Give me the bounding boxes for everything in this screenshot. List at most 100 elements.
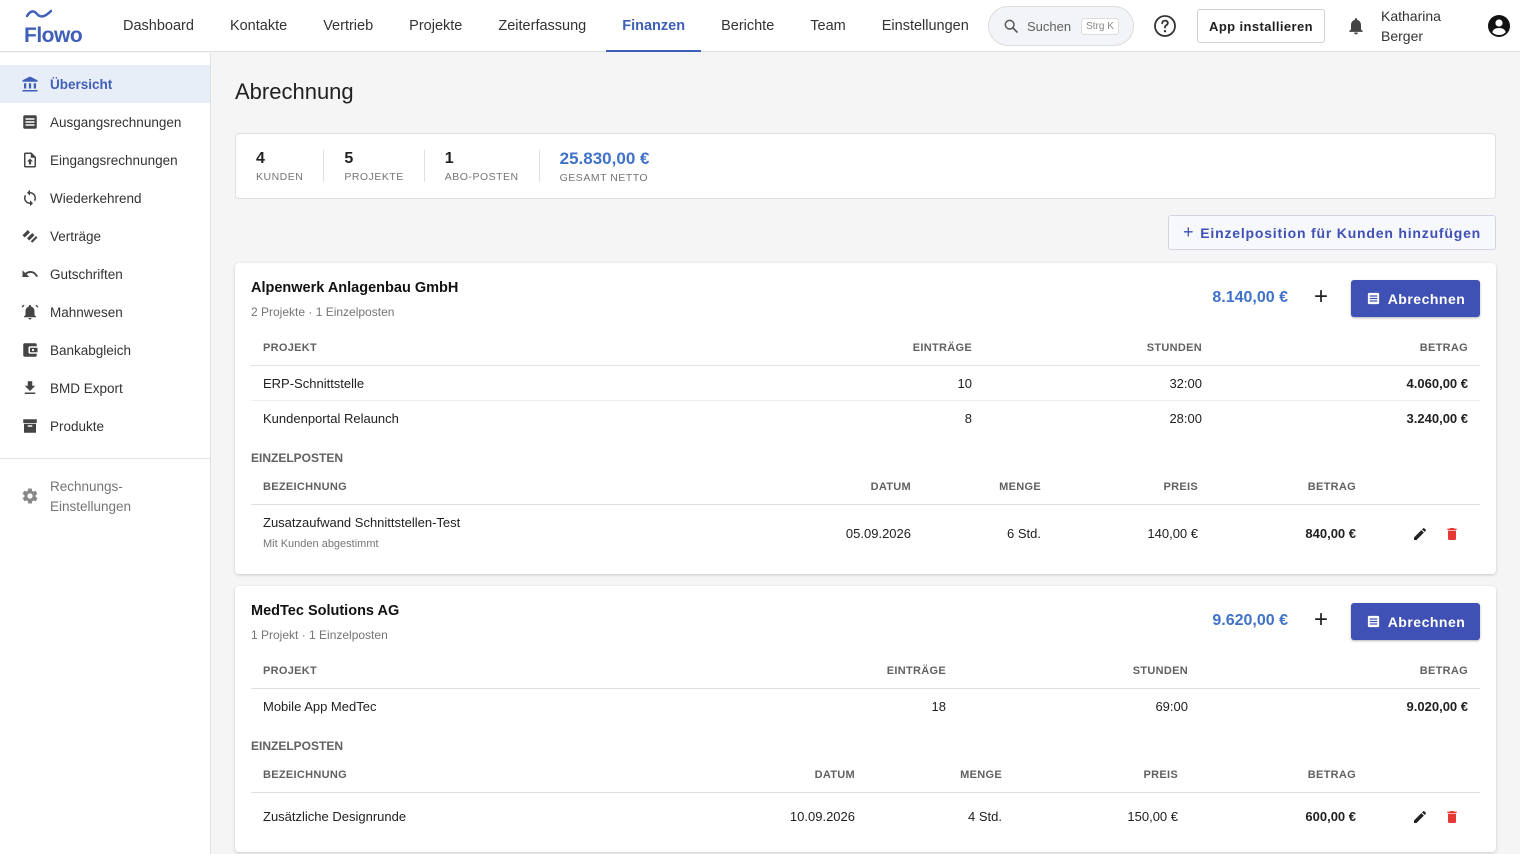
list-icon <box>21 113 39 131</box>
col-projekt[interactable]: PROJEKT <box>263 342 317 354</box>
install-app-button[interactable]: App installieren <box>1197 9 1325 43</box>
add-line-item-label: Einzelposition für Kunden hinzufügen <box>1200 224 1482 241</box>
search-shortcut: Strg K <box>1081 17 1119 35</box>
item-price: 140,00 € <box>1147 526 1198 541</box>
sidebar-item-mahnwesen[interactable]: Mahnwesen <box>0 293 210 331</box>
table-row[interactable]: ERP-Schnittstelle 10 32:00 4.060,00 € <box>251 366 1480 401</box>
abrechnen-button[interactable]: Abrechnen <box>1351 603 1480 640</box>
search-input[interactable]: Suchen Strg K <box>988 6 1134 46</box>
nav-finanzen[interactable]: Finanzen <box>604 0 703 52</box>
stat-label: ABO-POSTEN <box>444 170 519 183</box>
col-menge[interactable]: MENGE <box>960 769 1002 781</box>
col-betrag[interactable]: BETRAG <box>1420 665 1468 677</box>
sidebar-item-gutschriften[interactable]: Gutschriften <box>0 255 210 293</box>
sidebar-item-bankabgleich[interactable]: Bankabgleich <box>0 331 210 369</box>
table-row[interactable]: Zusatzaufwand Schnittstellen-Test Mit Ku… <box>251 505 1480 563</box>
sidebar-item-label: Eingangsrechnungen <box>50 152 178 168</box>
project-name: ERP-Schnittstelle <box>263 376 365 391</box>
logo-text: Flowo <box>24 24 83 47</box>
main-nav: Dashboard Kontakte Vertrieb Projekte Zei… <box>105 0 987 52</box>
edit-icon[interactable] <box>1412 809 1428 825</box>
item-note: Mit Kunden abgestimmt <box>263 538 379 550</box>
project-entries: 10 <box>957 376 972 391</box>
project-table: PROJEKT EINTRÄGE STUNDEN BETRAG ERP-Schn… <box>251 330 1480 436</box>
sidebar-item-rechnungs-einstellungen[interactable]: Rechnungs-Einstellungen <box>0 459 210 517</box>
edit-icon[interactable] <box>1412 526 1428 542</box>
sidebar-item-label: Produkte <box>50 418 105 434</box>
project-amount: 4.060,00 € <box>1406 376 1468 391</box>
col-betrag[interactable]: BETRAG <box>1308 481 1356 493</box>
notification-bell-icon[interactable] <box>1346 15 1366 37</box>
sidebar-item-label: Gutschriften <box>50 266 123 282</box>
col-bezeichnung[interactable]: BEZEICHNUNG <box>263 481 347 493</box>
sidebar-item-uebersicht[interactable]: Übersicht <box>0 65 210 103</box>
sidebar-item-label: Mahnwesen <box>50 304 123 320</box>
delete-icon[interactable] <box>1444 526 1460 542</box>
customer-card: MedTec Solutions AG 1 Projekt · 1 Einzel… <box>235 586 1496 852</box>
sidebar-item-eingangsrechnungen[interactable]: Eingangsrechnungen <box>0 141 210 179</box>
col-betrag[interactable]: BETRAG <box>1420 342 1468 354</box>
stat-value: 5 <box>344 149 354 167</box>
col-preis[interactable]: PREIS <box>1163 481 1198 493</box>
nav-vertrieb[interactable]: Vertrieb <box>305 0 391 52</box>
add-position-plus-icon[interactable]: + <box>1314 608 1328 632</box>
sidebar-item-vertraege[interactable]: Verträge <box>0 217 210 255</box>
customer-name: MedTec Solutions AG <box>251 603 400 619</box>
customer-summary: 1 Projekt · 1 Einzelposten <box>251 628 388 642</box>
nav-einstellungen[interactable]: Einstellungen <box>864 0 987 52</box>
table-row[interactable]: Zusätzliche Designrunde 10.09.2026 4 Std… <box>251 793 1480 841</box>
item-amount: 840,00 € <box>1305 526 1356 541</box>
col-preis[interactable]: PREIS <box>1143 769 1178 781</box>
table-row[interactable]: Kundenportal Relaunch 8 28:00 3.240,00 € <box>251 401 1480 436</box>
stat-kunden: 4 KUNDEN <box>236 149 325 183</box>
col-stunden[interactable]: STUNDEN <box>1147 342 1202 354</box>
delete-icon[interactable] <box>1444 809 1460 825</box>
app-logo[interactable]: Flowo <box>22 8 83 48</box>
einzelposten-heading: EINZELPOSTEN <box>251 739 344 753</box>
abrechnen-label: Abrechnen <box>1387 613 1466 630</box>
user-name[interactable]: Katharina Berger <box>1381 6 1471 46</box>
item-qty: 6 Std. <box>1007 526 1041 541</box>
col-betrag[interactable]: BETRAG <box>1308 769 1356 781</box>
nav-projekte[interactable]: Projekte <box>391 0 480 52</box>
col-eintraege[interactable]: EINTRÄGE <box>913 342 972 354</box>
nav-berichte[interactable]: Berichte <box>703 0 792 52</box>
wallet-icon <box>21 341 39 359</box>
download-icon <box>21 379 39 397</box>
top-bar: Flowo Dashboard Kontakte Vertrieb Projek… <box>0 0 1520 52</box>
nav-dashboard[interactable]: Dashboard <box>105 0 212 52</box>
col-bezeichnung[interactable]: BEZEICHNUNG <box>263 769 347 781</box>
help-icon[interactable] <box>1153 14 1177 38</box>
col-menge[interactable]: MENGE <box>999 481 1041 493</box>
nav-kontakte[interactable]: Kontakte <box>212 0 305 52</box>
col-stunden[interactable]: STUNDEN <box>1133 665 1188 677</box>
line-item-table: BEZEICHNUNG DATUM MENGE PREIS BETRAG Zus… <box>251 469 1480 563</box>
abrechnen-label: Abrechnen <box>1387 290 1466 307</box>
item-price: 150,00 € <box>1127 809 1178 824</box>
col-eintraege[interactable]: EINTRÄGE <box>887 665 946 677</box>
sidebar-item-bmd-export[interactable]: BMD Export <box>0 369 210 407</box>
sidebar-item-ausgangsrechnungen[interactable]: Ausgangsrechnungen <box>0 103 210 141</box>
item-amount: 600,00 € <box>1305 809 1356 824</box>
table-row[interactable]: Mobile App MedTec 18 69:00 9.020,00 € <box>251 689 1480 724</box>
account-avatar-icon[interactable] <box>1487 14 1511 38</box>
customer-name: Alpenwerk Anlagenbau GmbH <box>251 280 459 296</box>
nav-team[interactable]: Team <box>792 0 863 52</box>
sidebar-item-label: Wiederkehrend <box>50 190 142 206</box>
customer-total: 9.620,00 € <box>1212 612 1288 629</box>
col-projekt[interactable]: PROJEKT <box>263 665 317 677</box>
sidebar-item-wiederkehrend[interactable]: Wiederkehrend <box>0 179 210 217</box>
nav-zeiterfassung[interactable]: Zeiterfassung <box>480 0 604 52</box>
stat-value: 4 <box>256 149 265 167</box>
add-line-item-button[interactable]: + Einzelposition für Kunden hinzufügen <box>1168 215 1496 250</box>
col-datum[interactable]: DATUM <box>871 481 911 493</box>
col-datum[interactable]: DATUM <box>815 769 855 781</box>
item-qty: 4 Std. <box>968 809 1002 824</box>
line-item-table: BEZEICHNUNG DATUM MENGE PREIS BETRAG Zus… <box>251 757 1480 841</box>
project-amount: 3.240,00 € <box>1406 411 1468 426</box>
sidebar-item-produkte[interactable]: Produkte <box>0 407 210 445</box>
gear-icon <box>21 487 39 505</box>
customer-summary: 2 Projekte · 1 Einzelposten <box>251 305 395 319</box>
add-position-plus-icon[interactable]: + <box>1314 285 1328 309</box>
abrechnen-button[interactable]: Abrechnen <box>1351 280 1480 317</box>
